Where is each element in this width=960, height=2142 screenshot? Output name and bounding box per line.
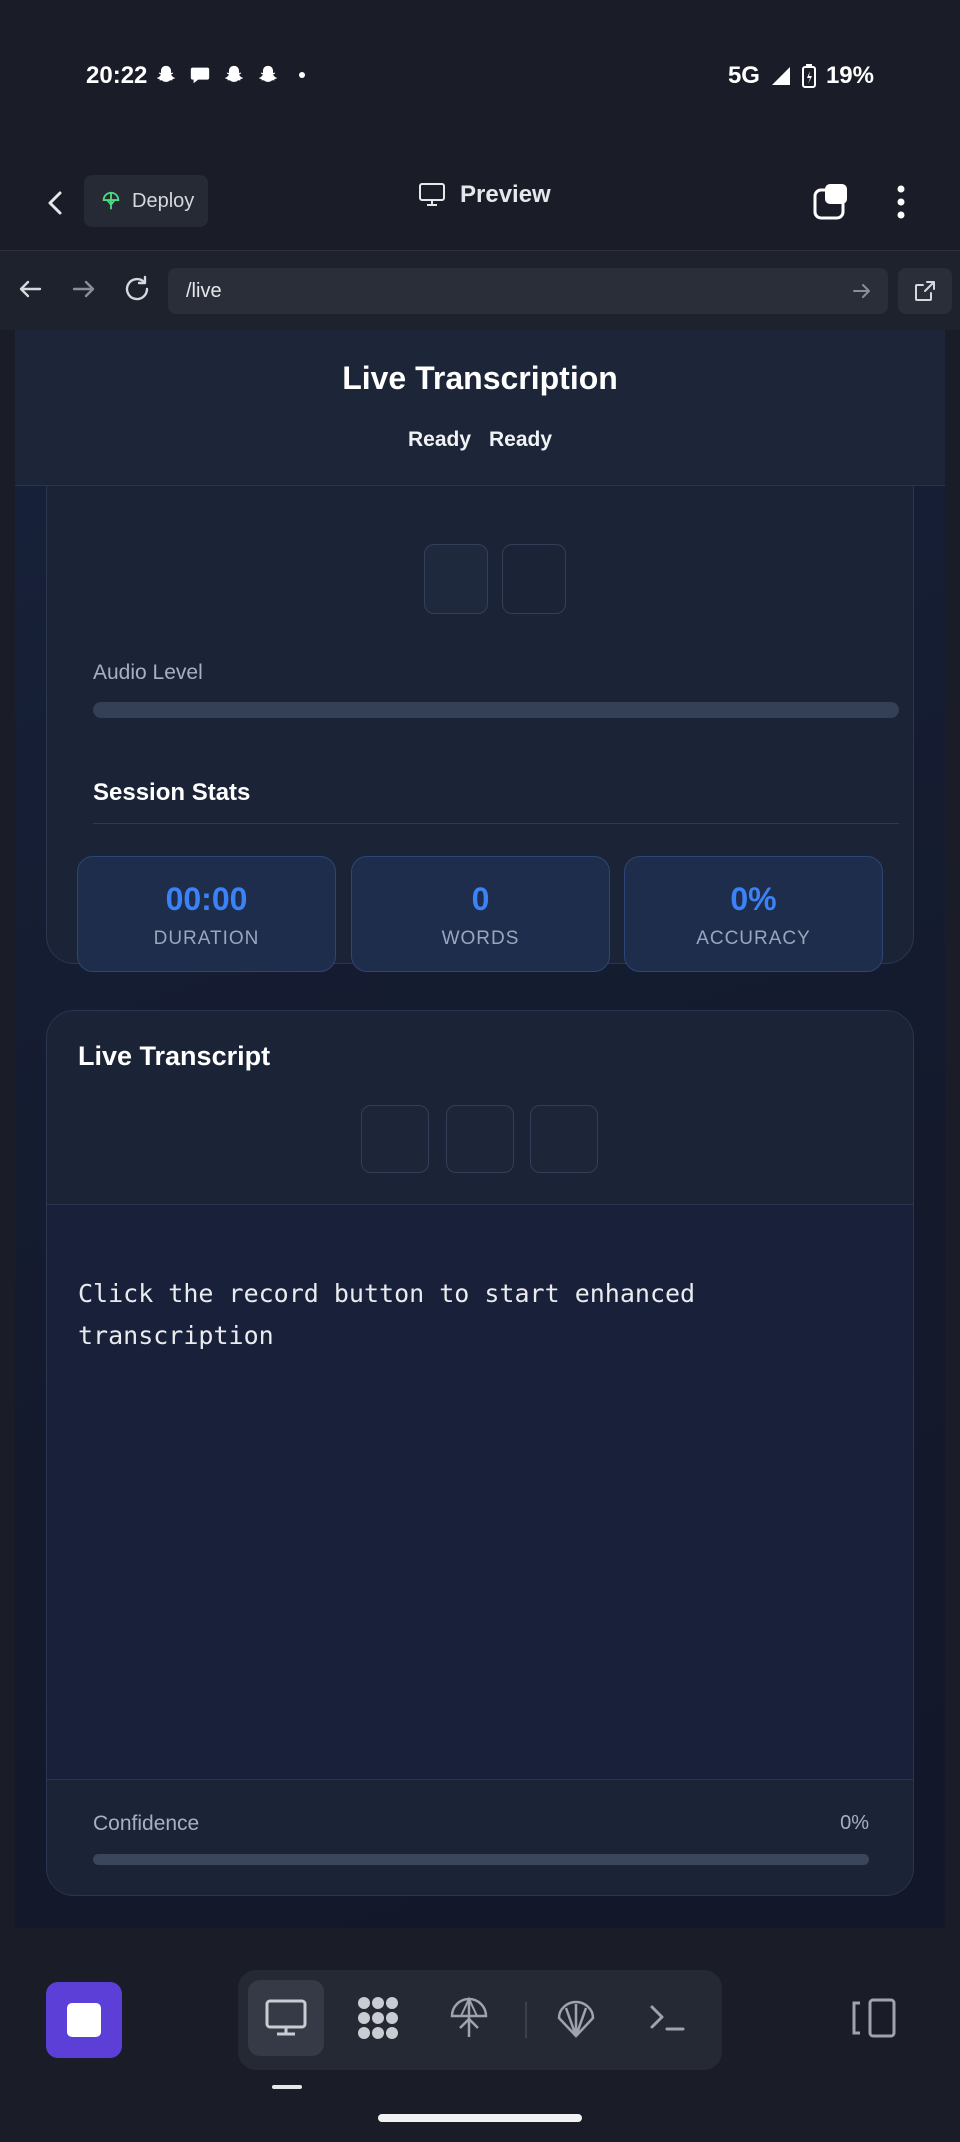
transcript-title: Live Transcript: [78, 1041, 271, 1071]
stat-value: 00:00: [165, 881, 248, 917]
battery-label: 19%: [825, 62, 874, 89]
deploy-icon: [450, 1996, 488, 2037]
status-text-2: Ready: [489, 428, 553, 451]
signal-icon: [771, 67, 790, 85]
notification-icons: [154, 63, 314, 87]
page-title: Live Transcription: [342, 360, 618, 396]
tabs-button[interactable]: [812, 181, 854, 223]
page-header: Live Transcription Ready Ready: [15, 330, 945, 486]
stat-value: 0: [471, 881, 490, 917]
home-indicator: [378, 2114, 582, 2122]
arrow-right-icon: [72, 280, 95, 298]
bottom-bar: [0, 1942, 960, 2142]
stat-value: 0%: [730, 881, 777, 917]
external-link-icon: [915, 281, 935, 301]
preview-label: Preview: [460, 181, 551, 208]
transcript-action-button[interactable]: [446, 1105, 514, 1173]
dock-shell-button[interactable]: [538, 1980, 614, 2056]
dock: [238, 1970, 722, 2070]
web-content: Live Transcription Ready Ready Audio Lev…: [15, 330, 945, 1928]
browser-bar: /live: [0, 250, 960, 330]
record-button[interactable]: [424, 544, 488, 614]
browser-back-button[interactable]: [14, 273, 46, 305]
session-stats-title: Session Stats: [93, 779, 251, 806]
status-text-1: Ready: [407, 428, 471, 451]
deploy-label: Deploy: [132, 189, 195, 212]
dock-separator: [525, 2002, 527, 2038]
dot-icon: [290, 63, 314, 87]
divider: [93, 823, 899, 824]
audio-level-bar: [93, 702, 899, 718]
desktop-icon: [265, 1999, 307, 2036]
confidence-bar: [93, 1854, 869, 1865]
battery-icon: [801, 64, 816, 88]
app-bar: Deploy Preview: [0, 155, 960, 250]
url-input[interactable]: /live: [168, 268, 888, 314]
toggle-panel-button[interactable]: [850, 1997, 898, 2039]
confidence-footer: Confidence 0%: [47, 1779, 913, 1895]
active-tab-indicator: [272, 2085, 302, 2089]
more-options-button[interactable]: [886, 181, 916, 223]
snapchat-icon: [222, 63, 246, 87]
panel-icon: [852, 1998, 896, 2038]
status-right: 5G 19%: [728, 62, 874, 90]
transcript-text: Click the record button to start enhance…: [78, 1279, 696, 1350]
more-vertical-icon: [897, 185, 905, 219]
stat-accuracy: 0% ACCURACY: [624, 856, 883, 972]
network-label: 5G: [727, 62, 760, 89]
control-button[interactable]: [502, 544, 566, 614]
confidence-value: 0%: [840, 1812, 869, 1834]
status-bar: 20:22 5G 19%: [0, 0, 960, 155]
dock-desktop-button[interactable]: [248, 1980, 324, 2056]
dock-deploy-button[interactable]: [431, 1980, 507, 2056]
stop-button[interactable]: [46, 1982, 122, 2058]
transcript-header: Live Transcript: [47, 1011, 913, 1205]
apps-icon: [358, 1997, 398, 2039]
confidence-label: Confidence: [93, 1812, 200, 1835]
reload-icon: [125, 275, 149, 301]
url-text: /live: [186, 279, 222, 302]
open-external-button[interactable]: [898, 268, 952, 314]
stat-duration: 00:00 DURATION: [77, 856, 336, 972]
shell-icon: [557, 2000, 595, 2038]
browser-forward-button[interactable]: [68, 273, 100, 305]
status-row: Ready Ready: [15, 428, 945, 452]
tabs-icon: [813, 184, 847, 220]
stop-icon: [67, 2003, 101, 2037]
audio-level-label: Audio Level: [93, 661, 203, 684]
go-arrow-icon[interactable]: [850, 279, 874, 303]
transcript-card: Live Transcript Click the record button …: [46, 1010, 914, 1896]
deploy-button[interactable]: Deploy: [84, 175, 208, 227]
snapchat-icon: [154, 63, 178, 87]
stat-label: WORDS: [441, 928, 520, 949]
stat-label: DURATION: [153, 928, 260, 949]
deploy-icon: [102, 191, 120, 210]
terminal-icon: [650, 2005, 685, 2031]
stat-words: 0 WORDS: [351, 856, 610, 972]
preview-title: Preview: [418, 181, 551, 209]
stat-label: ACCURACY: [696, 928, 811, 949]
back-button[interactable]: [38, 185, 74, 221]
chat-bubble-icon: [188, 63, 212, 87]
dock-terminal-button[interactable]: [629, 1980, 705, 2056]
status-time: 20:22: [86, 62, 148, 89]
reload-button[interactable]: [121, 273, 153, 305]
monitor-icon: [419, 183, 445, 206]
snapchat-icon: [256, 63, 280, 87]
chevron-left-icon: [48, 191, 62, 215]
transcript-action-button[interactable]: [361, 1105, 429, 1173]
dock-apps-button[interactable]: [340, 1980, 416, 2056]
transcript-action-button[interactable]: [530, 1105, 598, 1173]
arrow-left-icon: [19, 280, 42, 298]
